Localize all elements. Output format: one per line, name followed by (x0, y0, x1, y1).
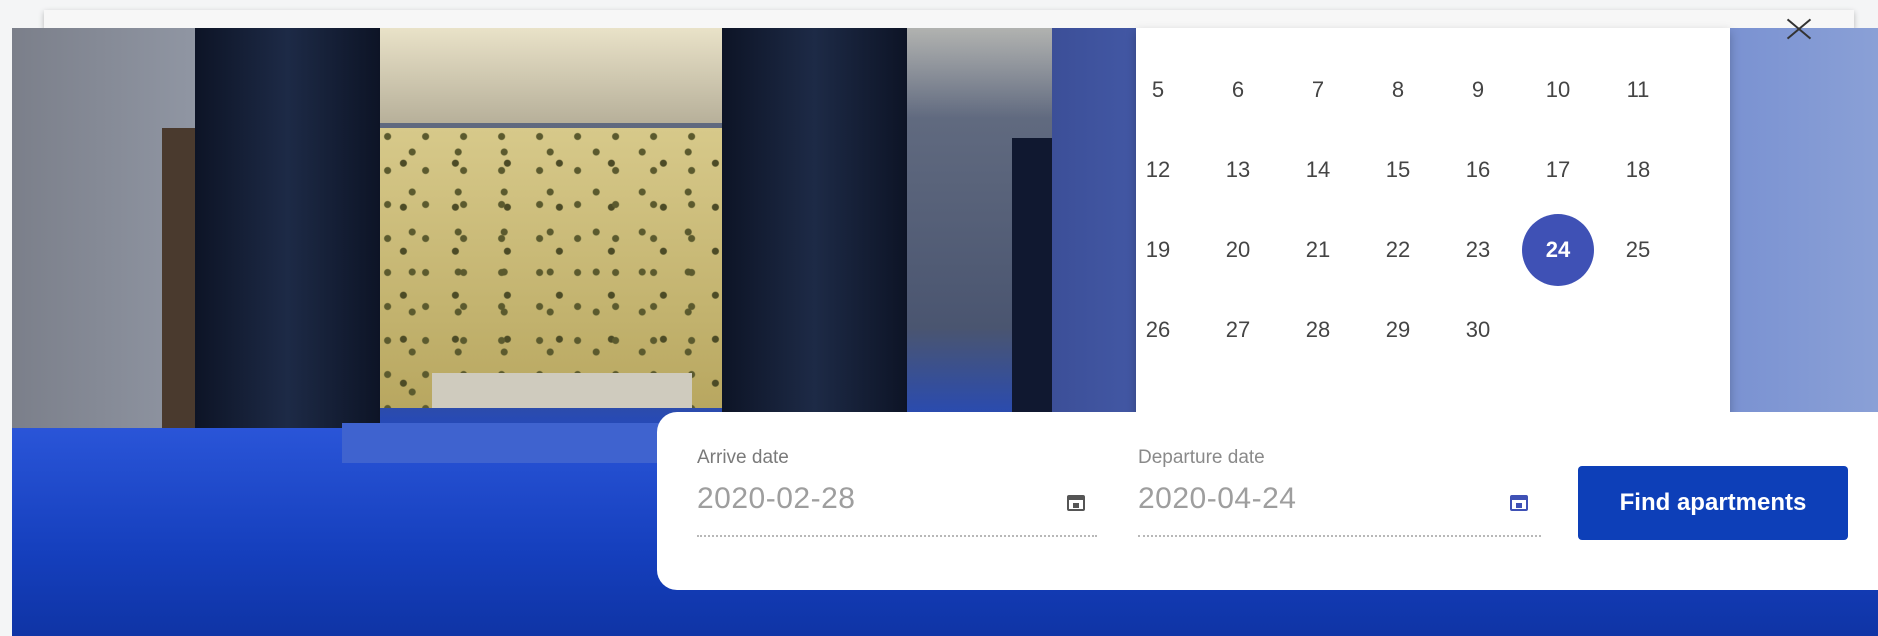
calendar-week-row: 5 6 7 8 9 10 11 (1136, 68, 1730, 112)
calendar-day[interactable]: 12 (1122, 134, 1194, 206)
calendar-day[interactable]: 25 (1602, 214, 1674, 286)
calendar-day[interactable]: 9 (1442, 54, 1514, 126)
departure-date-field[interactable]: Departure date 2020-04-24 (1138, 412, 1543, 590)
calendar-day[interactable]: 27 (1202, 294, 1274, 366)
calendar-day[interactable]: 6 (1202, 54, 1274, 126)
calendar-day[interactable]: 13 (1202, 134, 1274, 206)
close-icon[interactable] (1776, 10, 1822, 46)
hero-pillar (722, 28, 907, 448)
hero-mural (380, 128, 725, 408)
departure-date-label: Departure date (1138, 447, 1265, 468)
departure-date-underline (1138, 535, 1541, 537)
calendar-day[interactable]: 17 (1522, 134, 1594, 206)
hero-pillar (195, 28, 380, 458)
date-picker-calendar: 5 6 7 8 9 10 11 12 13 14 15 16 17 18 19 20 21 22 23 24 25 26 2… (1136, 28, 1730, 446)
calendar-day[interactable]: 30 (1442, 294, 1514, 366)
calendar-day[interactable]: 26 (1122, 294, 1194, 366)
calendar-week-row: 26 27 28 29 30 (1136, 308, 1730, 352)
calendar-week-row: 12 13 14 15 16 17 18 (1136, 148, 1730, 192)
calendar-day[interactable]: 22 (1362, 214, 1434, 286)
app-window: 5 6 7 8 9 10 11 12 13 14 15 16 17 18 19 20 21 22 23 24 25 26 2… (0, 0, 1878, 636)
calendar-day[interactable]: 15 (1362, 134, 1434, 206)
calendar-day[interactable]: 16 (1442, 134, 1514, 206)
calendar-day[interactable]: 7 (1282, 54, 1354, 126)
calendar-week-row: 19 20 21 22 23 24 25 (1136, 214, 1730, 286)
calendar-day[interactable]: 8 (1362, 54, 1434, 126)
departure-date-value[interactable]: 2020-04-24 (1138, 482, 1296, 516)
calendar-day[interactable]: 23 (1442, 214, 1514, 286)
arrive-date-value[interactable]: 2020-02-28 (697, 482, 855, 516)
find-apartments-button[interactable]: Find apartments (1578, 466, 1848, 540)
calendar-day-selected[interactable]: 24 (1522, 214, 1594, 286)
calendar-day[interactable]: 5 (1122, 54, 1194, 126)
arrive-date-underline (697, 535, 1097, 537)
arrive-date-field[interactable]: Arrive date 2020-02-28 (697, 412, 1102, 590)
hero-pool-edge (342, 423, 702, 463)
hero-bench (432, 373, 692, 408)
hero-ceiling (372, 28, 732, 123)
calendar-icon[interactable] (1067, 491, 1087, 513)
calendar-icon[interactable] (1510, 491, 1530, 513)
calendar-day[interactable]: 21 (1282, 214, 1354, 286)
calendar-day[interactable]: 19 (1122, 214, 1194, 286)
calendar-day[interactable]: 10 (1522, 54, 1594, 126)
calendar-day[interactable]: 28 (1282, 294, 1354, 366)
calendar-day[interactable]: 29 (1362, 294, 1434, 366)
search-panel: Arrive date 2020-02-28 Departure date 20… (657, 412, 1878, 590)
dialog-top-edge (44, 10, 1854, 29)
hero-pillar (1012, 138, 1052, 438)
calendar-day[interactable]: 18 (1602, 134, 1674, 206)
calendar-day[interactable]: 14 (1282, 134, 1354, 206)
calendar-day[interactable]: 20 (1202, 214, 1274, 286)
arrive-date-label: Arrive date (697, 447, 789, 468)
calendar-day[interactable]: 11 (1602, 54, 1674, 126)
